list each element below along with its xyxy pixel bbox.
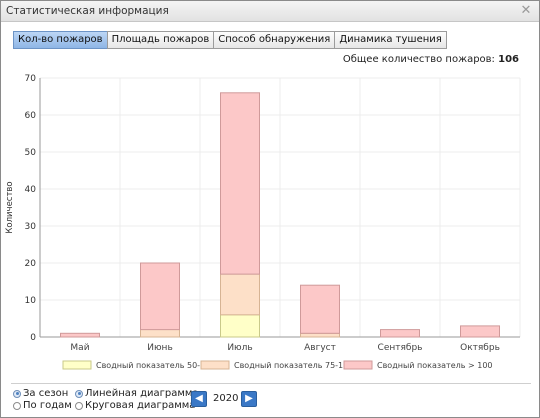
divider: [11, 383, 531, 384]
radio-years-indicator[interactable]: [13, 401, 21, 410]
radio-pie-chart-indicator[interactable]: [75, 401, 83, 410]
next-year-button[interactable]: ▶: [241, 391, 257, 407]
legend-label: Сводный показатель 50-75: [96, 361, 210, 370]
y-tick-label: 10: [25, 296, 37, 306]
bar-segment: [220, 314, 260, 338]
x-tick-label: Август: [304, 343, 336, 353]
total-fires-label: Общее количество пожаров:: [342, 54, 495, 65]
bar-segment: [220, 273, 260, 316]
tab-detection-method[interactable]: Способ обнаружения: [213, 31, 336, 49]
radio-pie-chart[interactable]: Круговая диаграмма: [75, 400, 195, 411]
x-tick-label: Июль: [227, 343, 252, 353]
tab-fire-area[interactable]: Площадь пожаров: [106, 31, 215, 49]
y-tick-label: 60: [25, 111, 37, 121]
y-tick-label: 0: [30, 333, 36, 343]
bar-segment: [300, 332, 340, 338]
year-value: 2020: [213, 393, 239, 404]
legend-label: Сводный показатель 75-100: [234, 361, 353, 370]
y-tick-label: 50: [25, 148, 37, 158]
title-bar: Статистическая информация ✕: [1, 1, 539, 22]
statistics-window: Статистическая информация ✕ Кол-во пожар…: [0, 0, 540, 418]
legend-swatch: [62, 360, 92, 370]
close-icon[interactable]: ✕: [519, 4, 533, 18]
y-axis-label: Количество: [5, 181, 15, 233]
x-tick-label: Май: [70, 343, 89, 353]
x-tick-label: Октябрь: [460, 343, 500, 353]
radio-season-indicator[interactable]: [13, 389, 21, 398]
legend-label: Сводный показатель > 100: [377, 361, 493, 370]
arrow-right-icon: ▶: [245, 393, 253, 404]
legend-swatch: [200, 360, 230, 370]
radio-linear-chart[interactable]: Линейная диаграмма: [75, 388, 199, 399]
tab-extinguish-dynamics[interactable]: Динамика тушения: [334, 31, 447, 49]
bar-segment: [380, 329, 420, 338]
bar-segment: [140, 329, 180, 338]
bar-segment: [60, 332, 100, 338]
x-tick-label: Июнь: [147, 343, 173, 353]
total-fires: Общее количество пожаров: 106: [343, 54, 519, 65]
tab-fire-count[interactable]: Кол-во пожаров: [13, 31, 108, 49]
y-tick-label: 30: [25, 222, 37, 232]
bar-segment: [460, 325, 500, 338]
window-title: Статистическая информация: [6, 5, 169, 17]
bar-segment: [220, 92, 260, 275]
prev-year-button[interactable]: ◀: [191, 391, 207, 407]
radio-years-label: По годам: [23, 400, 72, 411]
total-fires-value: 106: [498, 54, 519, 65]
radio-years[interactable]: По годам: [13, 400, 72, 411]
tab-bar: Кол-во пожаров Площадь пожаров Способ об…: [13, 31, 447, 49]
arrow-left-icon: ◀: [195, 393, 203, 404]
radio-season-label: За сезон: [23, 388, 69, 399]
radio-pie-chart-label: Круговая диаграмма: [85, 400, 196, 411]
legend-swatch: [343, 360, 373, 370]
fire-count-chart: 0 10 20 30 40 50 60 70 Количество Май Июнь Июль Авгу…: [5, 74, 521, 370]
y-tick-label: 70: [25, 74, 37, 84]
radio-linear-chart-indicator[interactable]: [75, 389, 83, 398]
y-tick-label: 20: [25, 259, 37, 269]
y-tick-label: 40: [25, 185, 37, 195]
radio-season[interactable]: За сезон: [13, 388, 68, 399]
radio-linear-chart-label: Линейная диаграмма: [85, 388, 199, 399]
x-tick-label: Сентябрь: [378, 343, 423, 353]
bar-segment: [140, 262, 180, 331]
bar-segment: [300, 284, 340, 334]
